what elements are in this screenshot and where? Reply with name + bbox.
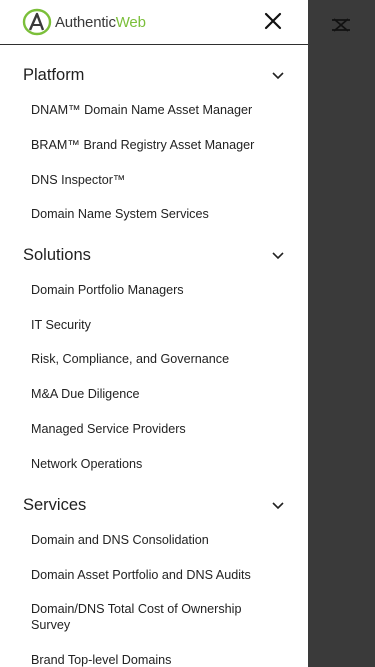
close-menu-button[interactable] xyxy=(262,10,284,32)
logo-text-accent: Web xyxy=(115,13,146,31)
drawer-header: AuthenticWeb xyxy=(0,0,308,45)
menu-item-ma-due-diligence[interactable]: M&A Due Diligence xyxy=(31,386,281,402)
section-services[interactable]: Services xyxy=(23,493,285,517)
menu-item-bram[interactable]: BRAM™ Brand Registry Asset Manager xyxy=(31,137,281,153)
logo-text: AuthenticWeb xyxy=(55,14,146,31)
logo-text-main: Authentic xyxy=(55,13,116,31)
menu-item-tco-survey[interactable]: Domain/DNS Total Cost of Ownership Surve… xyxy=(31,601,281,633)
menu-item-brand-tlds[interactable]: Brand Top-level Domains xyxy=(31,652,281,667)
chevron-down-icon xyxy=(272,252,284,260)
section-solutions[interactable]: Solutions xyxy=(23,243,285,267)
chevron-down-icon xyxy=(272,502,284,510)
nav-drawer: AuthenticWeb Platform DNAM™ Domain Name … xyxy=(0,0,308,667)
menu-item-network-operations[interactable]: Network Operations xyxy=(31,456,281,472)
hamburger-close-icon xyxy=(332,18,350,32)
section-title: Services xyxy=(23,496,87,514)
authentic-web-logo-icon xyxy=(22,8,52,36)
menu-item-domain-dns-consolidation[interactable]: Domain and DNS Consolidation xyxy=(31,532,281,548)
chevron-down-icon xyxy=(272,72,284,80)
menu-item-managed-service-providers[interactable]: Managed Service Providers xyxy=(31,421,281,437)
menu-item-dns-services[interactable]: Domain Name System Services xyxy=(31,206,281,222)
section-platform[interactable]: Platform xyxy=(23,63,285,87)
menu-item-domain-portfolio-managers[interactable]: Domain Portfolio Managers xyxy=(31,282,281,298)
close-icon xyxy=(264,12,282,30)
section-title: Platform xyxy=(23,66,85,84)
section-title: Solutions xyxy=(23,246,91,264)
menu-item-portfolio-dns-audits[interactable]: Domain Asset Portfolio and DNS Audits xyxy=(31,567,281,583)
menu-item-risk-compliance[interactable]: Risk, Compliance, and Governance xyxy=(31,351,281,367)
menu-toggle-button[interactable] xyxy=(331,17,351,33)
logo[interactable]: AuthenticWeb xyxy=(22,8,146,36)
menu-item-dnam[interactable]: DNAM™ Domain Name Asset Manager xyxy=(31,102,281,118)
menu-item-dns-inspector[interactable]: DNS Inspector™ xyxy=(31,172,281,188)
menu-item-it-security[interactable]: IT Security xyxy=(31,317,281,333)
